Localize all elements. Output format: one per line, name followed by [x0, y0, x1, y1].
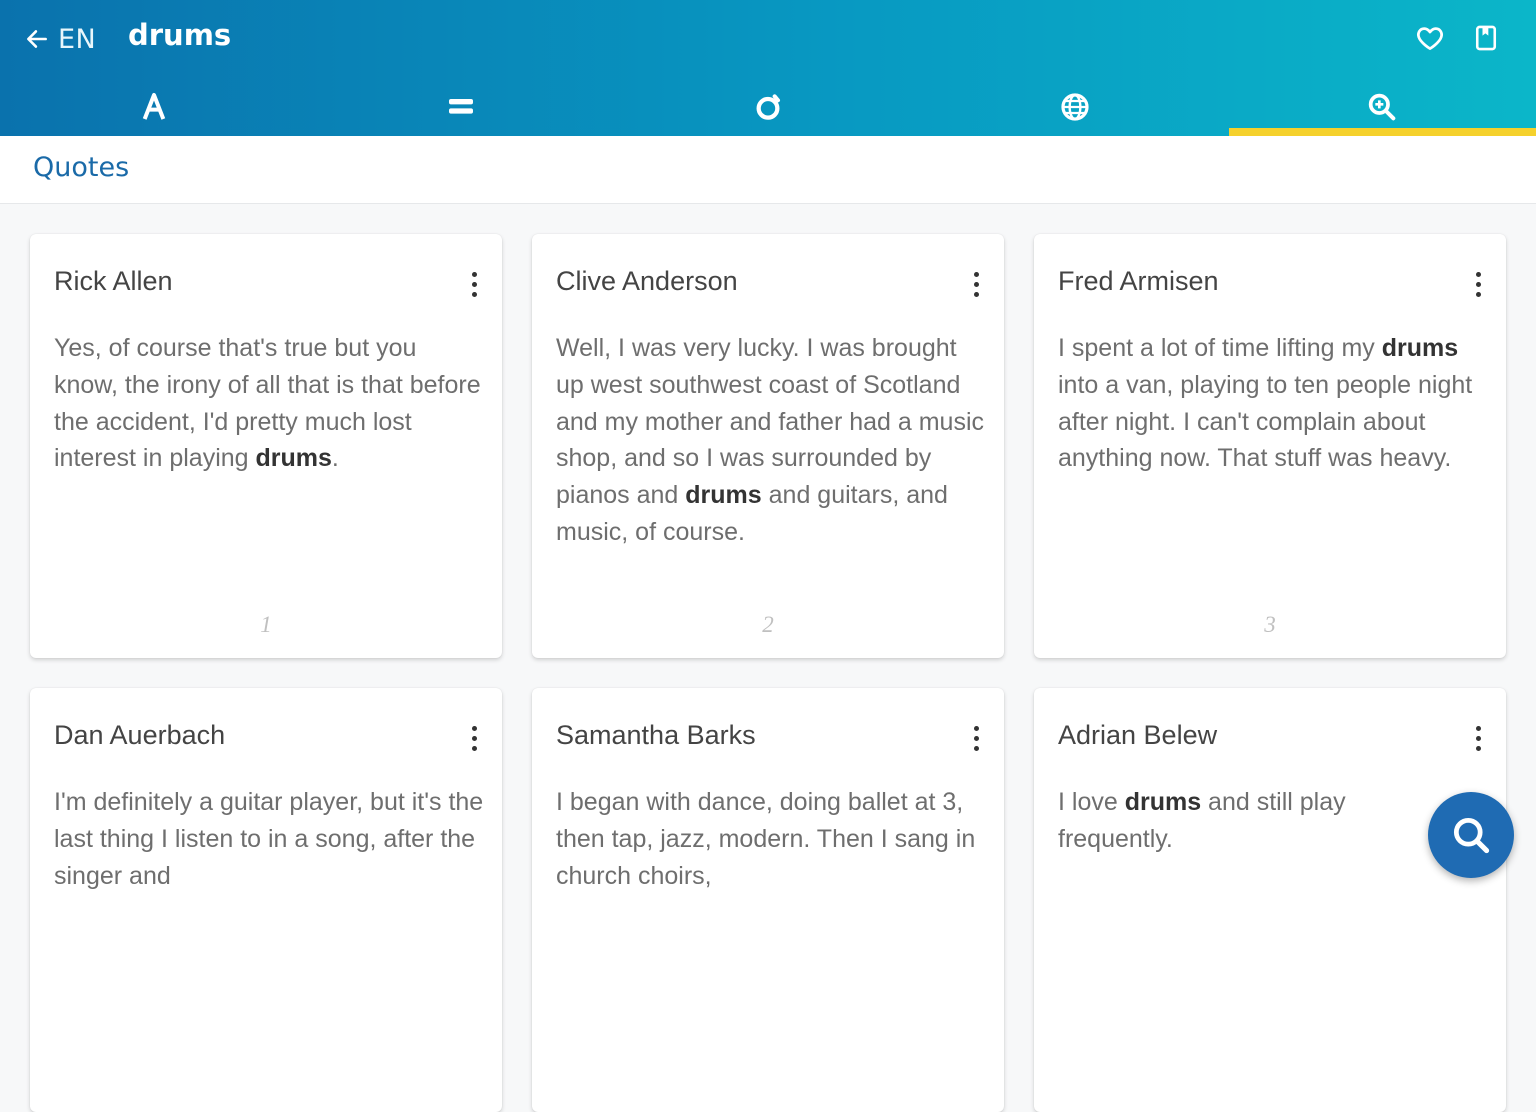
- quote-author: Clive Anderson: [556, 266, 738, 296]
- more-options-button[interactable]: [1466, 722, 1490, 754]
- tab-search[interactable]: [1228, 78, 1536, 136]
- quote-author: Samantha Barks: [556, 720, 756, 750]
- quote-text: I began with dance, doing ballet at 3, t…: [556, 788, 976, 890]
- quote-text: Yes, of course that's true but you know,…: [54, 334, 481, 473]
- favorite-button[interactable]: [1414, 22, 1446, 54]
- quote-text: I spent a lot of time lifting my drums i…: [1058, 334, 1473, 473]
- app-bar: EN drums: [0, 0, 1536, 136]
- highlighted-term: drums: [1124, 788, 1202, 816]
- highlighted-term: drums: [685, 481, 762, 510]
- bookmark-icon: [1475, 25, 1497, 51]
- tab-lists[interactable]: [307, 78, 614, 136]
- more-options-button[interactable]: [1466, 268, 1490, 300]
- globe-icon: [1061, 93, 1089, 121]
- quote-card[interactable]: Adrian Belew I love drums and still play…: [1034, 688, 1506, 1112]
- more-vert-icon: [973, 725, 979, 751]
- toolbar-actions: [1414, 22, 1502, 54]
- highlighted-term: drums: [1381, 334, 1459, 362]
- heart-icon: [1417, 27, 1443, 50]
- quote-number: 2: [762, 612, 774, 637]
- page-title: drums: [128, 18, 232, 52]
- more-options-button[interactable]: [964, 722, 988, 754]
- more-vert-icon: [1475, 725, 1481, 751]
- quote-card[interactable]: Clive Anderson Well, I was very lucky. I…: [532, 234, 1004, 658]
- highlighted-term: drums: [255, 444, 332, 473]
- quote-card[interactable]: Rick Allen Yes, of course that's true bu…: [30, 234, 502, 658]
- tab-bar: [0, 78, 1536, 136]
- quote-author: Dan Auerbach: [54, 720, 226, 750]
- quote-card[interactable]: Fred Armisen I spent a lot of time lifti…: [1034, 234, 1506, 658]
- more-options-button[interactable]: [462, 268, 486, 300]
- bookmark-button[interactable]: [1470, 22, 1502, 54]
- quote-author: Adrian Belew: [1058, 720, 1218, 750]
- quote-text: Well, I was very lucky. I was brought up…: [556, 334, 985, 546]
- section-title: Quotes: [33, 152, 130, 183]
- list-icon: [448, 99, 473, 114]
- more-vert-icon: [1475, 271, 1481, 297]
- tab-topics[interactable]: [614, 78, 921, 136]
- more-vert-icon: [973, 271, 979, 297]
- quote-author: Rick Allen: [54, 266, 173, 296]
- quote-author: Fred Armisen: [1058, 266, 1219, 296]
- search-icon: [1453, 817, 1490, 854]
- back-button[interactable]: EN: [24, 20, 96, 58]
- quote-card[interactable]: Samantha Barks I began with dance, doing…: [532, 688, 1004, 1112]
- search-fab[interactable]: [1428, 792, 1514, 878]
- section-header: Quotes: [0, 136, 1536, 204]
- tab-world[interactable]: [922, 78, 1229, 136]
- quote-text: I love drums and still play frequently.: [1058, 788, 1346, 853]
- language-label: EN: [58, 23, 97, 55]
- quote-number: 3: [1264, 612, 1276, 637]
- letter-a-icon: [142, 93, 165, 120]
- quote-number: 1: [260, 612, 272, 637]
- search-icon: [1369, 93, 1396, 121]
- back-arrow-icon: [27, 30, 47, 48]
- quote-card[interactable]: Dan Auerbach I'm definitely a guitar pla…: [30, 688, 502, 1112]
- more-vert-icon: [471, 271, 477, 297]
- topic-icon: [756, 94, 780, 120]
- more-vert-icon: [471, 725, 477, 751]
- more-options-button[interactable]: [462, 722, 486, 754]
- more-options-button[interactable]: [964, 268, 988, 300]
- tab-authors[interactable]: [0, 78, 307, 136]
- toolbar: EN drums: [0, 0, 1536, 78]
- quote-text: I'm definitely a guitar player, but it's…: [54, 788, 484, 890]
